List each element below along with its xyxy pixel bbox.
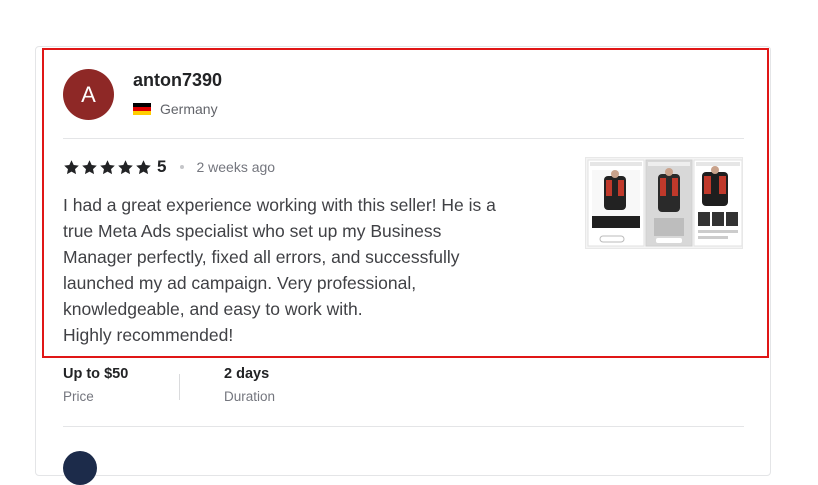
review-time: 2 weeks ago: [196, 159, 276, 175]
germany-flag-icon: [133, 102, 151, 116]
price-value: Up to $50: [63, 366, 129, 382]
reviewer-country: Germany: [133, 101, 218, 117]
review-divider: [63, 426, 744, 427]
star-rating: [63, 159, 153, 176]
star-icon: [117, 159, 134, 176]
price-label: Price: [63, 389, 94, 404]
reviewer-username[interactable]: anton7390: [133, 70, 222, 91]
price-info: Up to $50 Price: [63, 366, 128, 404]
rating-value: 5: [157, 157, 167, 176]
separator-dot: [180, 165, 185, 169]
avatar-initial: A: [81, 81, 96, 107]
duration-label: Duration: [224, 389, 276, 404]
thumbnail-image: [586, 158, 742, 248]
avatar[interactable]: A: [63, 69, 114, 120]
duration-info: 2 days Duration: [224, 366, 275, 404]
star-icon: [63, 159, 80, 176]
next-review-avatar[interactable]: [63, 451, 97, 485]
review-text: I had a great experience working with th…: [63, 195, 496, 345]
star-icon: [99, 159, 116, 176]
star-icon: [135, 159, 152, 176]
meta-separator: [179, 374, 180, 400]
ad-campaign-screenshot-thumbnail[interactable]: [585, 157, 743, 249]
country-label: Germany: [160, 101, 218, 117]
rating-row: 5 2 weeks ago: [63, 156, 275, 178]
header-divider: [63, 138, 744, 139]
duration-value: 2 days: [224, 366, 270, 382]
star-icon: [81, 159, 98, 176]
